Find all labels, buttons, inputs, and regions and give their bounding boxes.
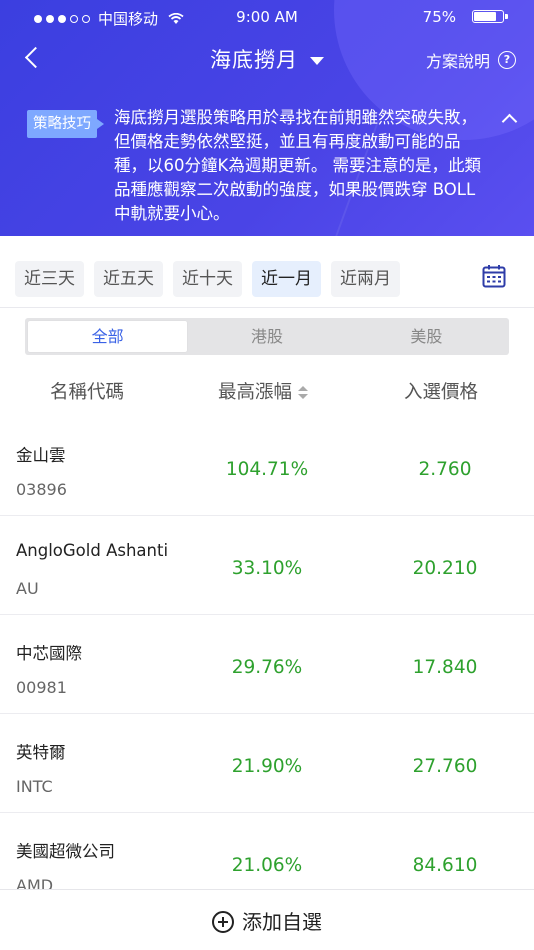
stock-max-gain: 33.10% (231, 558, 303, 579)
stock-name: 美國超微公司 (16, 842, 115, 861)
bottom-bar: 添加自選 (0, 889, 534, 950)
add-to-watchlist-button[interactable]: 添加自選 (0, 906, 534, 935)
plan-description-button[interactable]: 方案說明 ? (426, 48, 516, 72)
table-row[interactable]: 金山雲 03896 104.71% 2.760 (0, 416, 534, 516)
stock-name: 英特爾 (16, 743, 66, 762)
sort-icon (298, 386, 309, 400)
period-filter: 近三天 近五天 近十天 近一月 近兩月 (15, 261, 400, 297)
stock-max-gain: 29.76% (231, 657, 303, 678)
stock-name: AngloGold Ashanti (16, 541, 169, 560)
divider (0, 307, 534, 308)
add-to-watchlist-label: 添加自選 (242, 910, 322, 934)
calendar-icon[interactable] (482, 264, 506, 288)
period-10-days[interactable]: 近十天 (173, 261, 242, 297)
stock-entry-price: 27.760 (412, 756, 478, 777)
strategy-tips-tag: 策略技巧 (27, 110, 104, 138)
column-name-code: 名稱代碼 (50, 382, 125, 403)
battery-icon (472, 10, 508, 23)
column-max-gain[interactable]: 最高漲幅 (218, 378, 309, 404)
stock-code: INTC (16, 777, 53, 796)
stock-name: 中芯國際 (16, 644, 82, 663)
segment-all[interactable]: 全部 (28, 321, 188, 352)
market-segment-control: 全部 港股 美股 (25, 318, 509, 355)
question-circle-icon: ? (498, 51, 516, 69)
strategy-tips-text: 海底撈月選股策略用於尋找在前期雖然突破失敗，但價格走勢依然堅挺，並且有再度啟動可… (114, 108, 482, 223)
column-entry-price: 入選價格 (404, 382, 479, 403)
stock-entry-price: 20.210 (412, 558, 478, 579)
stock-code: 00981 (16, 678, 67, 697)
stock-max-gain: 21.90% (231, 756, 303, 777)
table-row[interactable]: 中芯國際 00981 29.76% 17.840 (0, 614, 534, 714)
page-title: 海底撈月 (210, 48, 298, 72)
stock-code: AU (16, 579, 39, 598)
period-2-months[interactable]: 近兩月 (331, 261, 400, 297)
stock-code: 03896 (16, 480, 67, 499)
plan-description-label: 方案說明 (425, 52, 490, 71)
segment-us-stocks[interactable]: 美股 (347, 321, 506, 352)
chevron-up-icon[interactable] (502, 112, 516, 126)
nav-bar: 海底撈月 方案說明 ? (0, 40, 534, 76)
period-5-days[interactable]: 近五天 (94, 261, 163, 297)
table-header: 名稱代碼 最高漲幅 入選價格 (0, 376, 534, 406)
table-row[interactable]: AngloGold Ashanti AU 33.10% 20.210 (0, 515, 534, 615)
stock-entry-price: 84.610 (412, 855, 478, 876)
battery-percent: 75% (422, 8, 456, 26)
header: 中国移动 9:00 AM 75% 海底撈月 方案說明 ? 策略技巧 海底撈月選股… (0, 0, 534, 236)
status-bar: 中国移动 9:00 AM 75% (0, 0, 534, 34)
stock-entry-price: 2.760 (418, 459, 472, 480)
period-1-month[interactable]: 近一月 (252, 261, 321, 297)
caret-down-icon (310, 57, 324, 65)
stock-name: 金山雲 (16, 446, 66, 465)
stock-max-gain: 21.06% (231, 855, 303, 876)
table-row[interactable]: 英特爾 INTC 21.90% 27.760 (0, 713, 534, 813)
segment-hk-stocks[interactable]: 港股 (187, 321, 346, 352)
plus-circle-icon (212, 910, 234, 933)
period-3-days[interactable]: 近三天 (15, 261, 84, 297)
column-max-gain-label: 最高漲幅 (218, 382, 293, 403)
stock-entry-price: 17.840 (412, 657, 478, 678)
stock-max-gain: 104.71% (225, 459, 309, 480)
